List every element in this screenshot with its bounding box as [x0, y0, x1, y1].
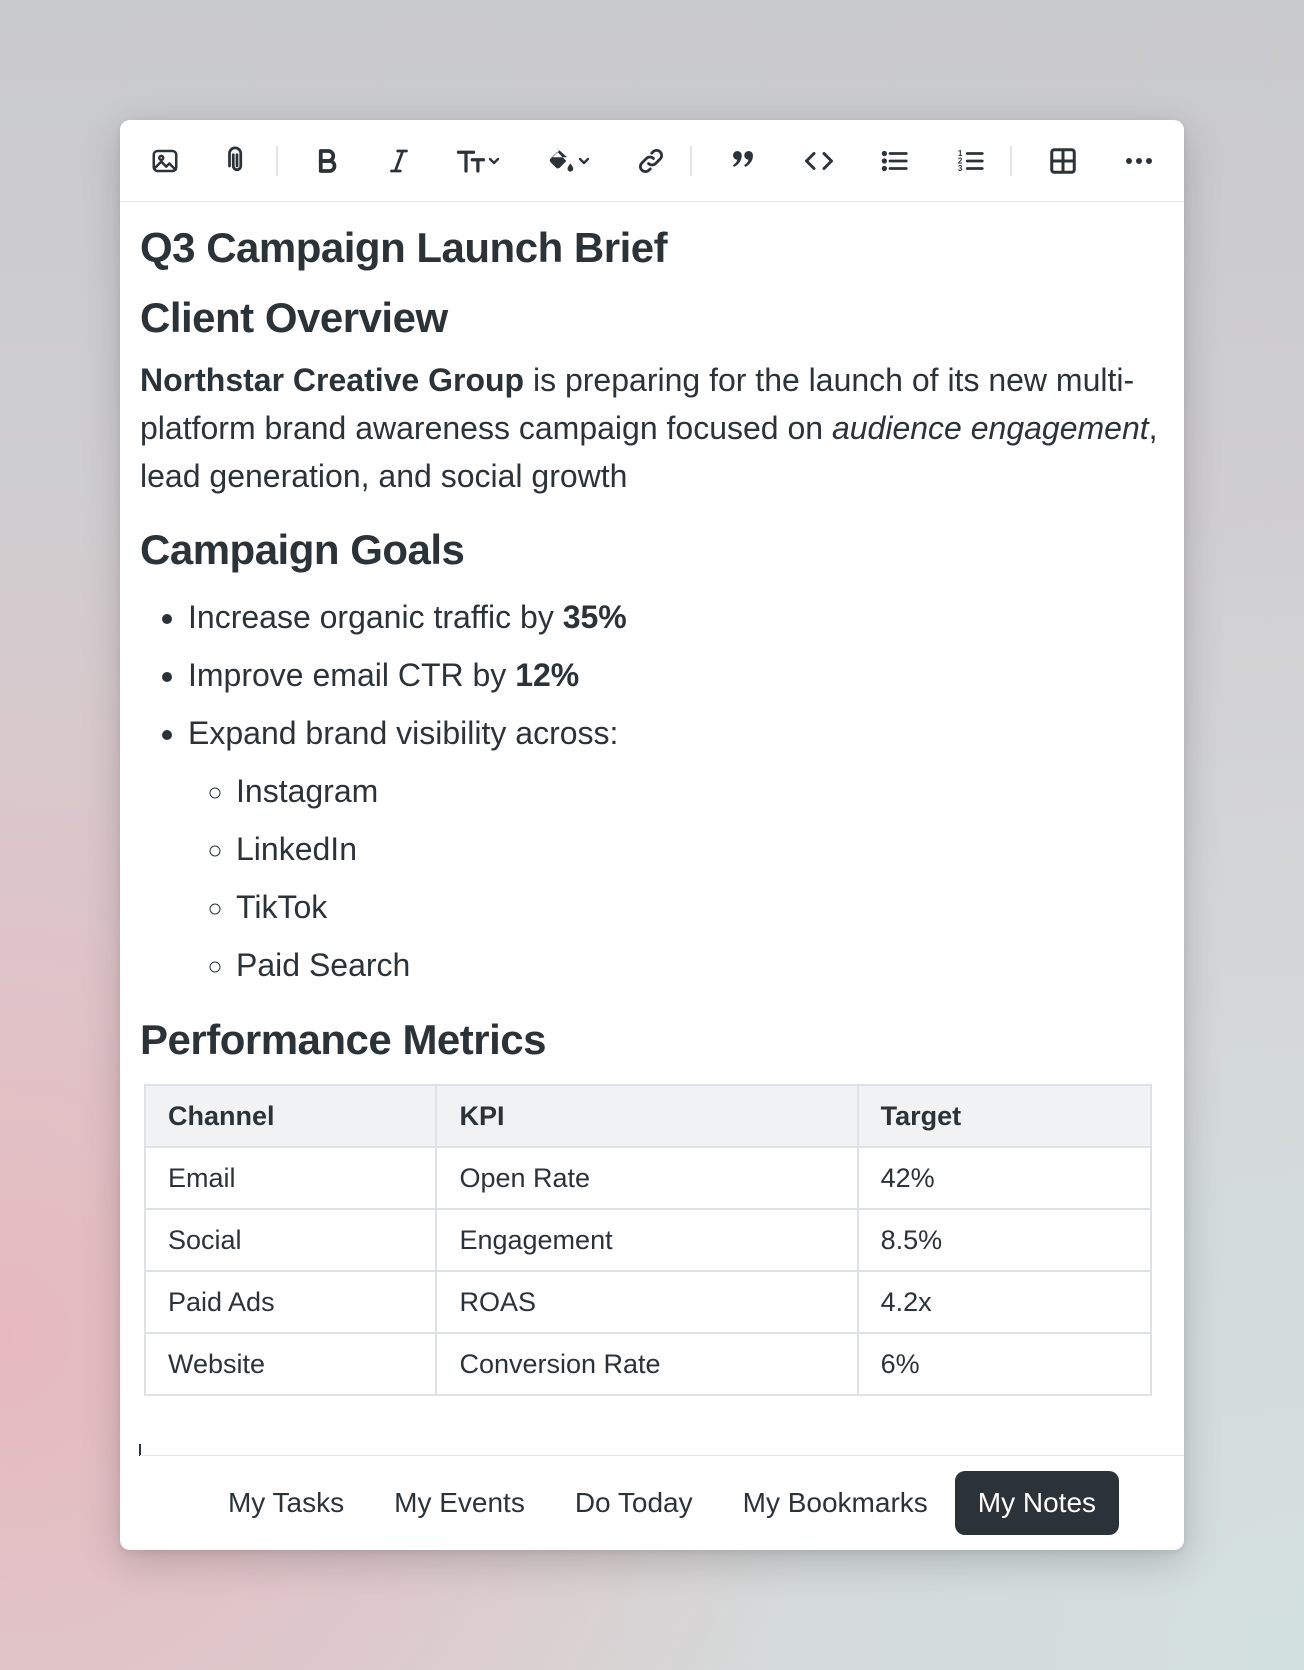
table-cell: 8.5%: [856, 1208, 1153, 1272]
column-header: KPI: [435, 1084, 859, 1148]
table-cell: 4.2x: [856, 1270, 1153, 1334]
column-header: Target: [856, 1084, 1153, 1148]
table-cell: 6%: [856, 1332, 1153, 1396]
table-cell: Paid Ads: [143, 1270, 438, 1334]
goal-value: 12%: [515, 657, 580, 693]
list-item: Improve email CTR by 12%: [188, 646, 1164, 704]
performance-metrics-heading: Performance Metrics: [140, 1016, 547, 1063]
toolbar-separator: [276, 145, 278, 176]
table-cell: 42%: [856, 1146, 1153, 1210]
list-item: LinkedIn: [236, 820, 1164, 878]
more-icon[interactable]: [1114, 137, 1164, 185]
paperclip-icon[interactable]: [212, 137, 262, 185]
table-cell: Website: [143, 1332, 438, 1396]
editor-toolbar: 123: [120, 120, 1184, 202]
bullet-list-icon[interactable]: [870, 137, 920, 185]
list-item: Paid Search: [236, 936, 1164, 994]
chevron-down-icon: [576, 153, 592, 169]
notes-window: 123 Q3 Campaign Launch Brief Client Over…: [120, 120, 1184, 1550]
goal-text: Increase organic traffic by: [188, 599, 563, 635]
goals-list: Increase organic traffic by 35% Improve …: [140, 588, 1164, 994]
table-cell: Open Rate: [435, 1146, 859, 1210]
svg-text:3: 3: [958, 164, 963, 173]
bottom-nav: My Tasks My Events Do Today My Bookmarks…: [140, 1455, 1184, 1550]
toolbar-separator: [690, 145, 692, 176]
text-size-icon[interactable]: [444, 137, 514, 185]
nav-my-bookmarks[interactable]: My Bookmarks: [720, 1471, 951, 1535]
table-row: Website Conversion Rate 6%: [143, 1332, 1153, 1396]
client-italic: audience engagement: [831, 410, 1149, 446]
goal-text: Expand brand visibility across:: [188, 715, 619, 751]
table-cell: Engagement: [435, 1208, 859, 1272]
metrics-table: Channel KPI Target Email Open Rate 42% S…: [143, 1084, 1153, 1396]
table-row: Social Engagement 8.5%: [143, 1208, 1153, 1272]
nav-do-today[interactable]: Do Today: [552, 1471, 716, 1535]
list-item: TikTok: [236, 878, 1164, 936]
client-name: Northstar Creative Group: [140, 362, 525, 398]
bold-icon[interactable]: [302, 137, 352, 185]
quote-icon[interactable]: [718, 137, 768, 185]
table-header-row: Channel KPI Target: [143, 1084, 1153, 1148]
document-title: Q3 Campaign Launch Brief: [140, 224, 668, 271]
nav-my-tasks[interactable]: My Tasks: [205, 1471, 367, 1535]
campaign-goals-heading: Campaign Goals: [140, 526, 465, 573]
channels-list: Instagram LinkedIn TikTok Paid Search: [188, 762, 1164, 994]
image-icon[interactable]: [140, 137, 190, 185]
toolbar-separator: [1010, 145, 1012, 176]
numbered-list-icon[interactable]: 123: [946, 137, 996, 185]
client-overview-heading: Client Overview: [140, 294, 448, 341]
table-cell: Email: [143, 1146, 438, 1210]
italic-icon[interactable]: [374, 137, 424, 185]
nav-my-notes[interactable]: My Notes: [954, 1471, 1120, 1535]
client-overview-paragraph: Northstar Creative Group is preparing fo…: [140, 356, 1164, 500]
table-row: Paid Ads ROAS 4.2x: [143, 1270, 1153, 1334]
table-icon[interactable]: [1038, 137, 1088, 185]
list-item: Instagram: [236, 762, 1164, 820]
table-cell: Conversion Rate: [435, 1332, 859, 1396]
table-row: Email Open Rate 42%: [143, 1146, 1153, 1210]
column-header: Channel: [143, 1084, 438, 1148]
paint-bucket-icon[interactable]: [534, 137, 604, 185]
goal-value: 35%: [562, 599, 627, 635]
list-item: Expand brand visibility across: Instagra…: [188, 704, 1164, 994]
code-icon[interactable]: [794, 137, 844, 185]
link-icon[interactable]: [626, 137, 676, 185]
table-cell: Social: [143, 1208, 438, 1272]
goal-text: Improve email CTR by: [188, 657, 516, 693]
list-item: Increase organic traffic by 35%: [188, 588, 1164, 646]
chevron-down-icon: [486, 153, 502, 169]
note-editor[interactable]: Q3 Campaign Launch Brief Client Overview…: [120, 202, 1184, 1456]
table-cell: ROAS: [435, 1270, 859, 1334]
nav-my-events[interactable]: My Events: [371, 1471, 548, 1535]
